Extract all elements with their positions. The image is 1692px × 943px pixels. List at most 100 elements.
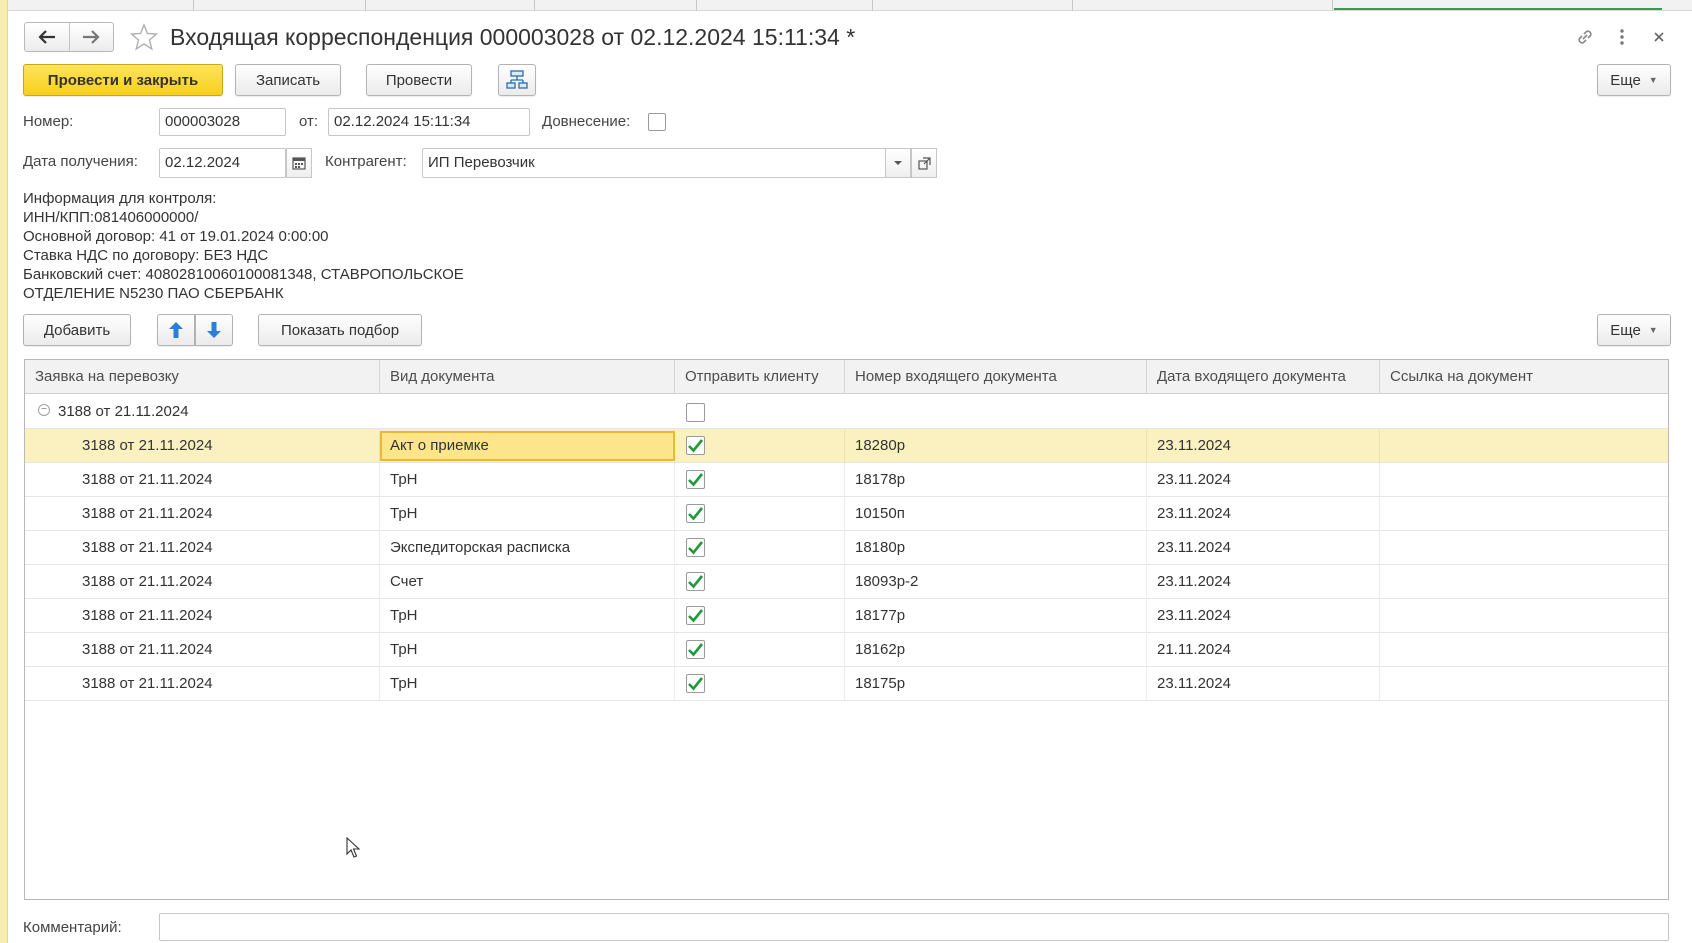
counterparty-field[interactable]: ИП Перевозчик: [422, 148, 886, 178]
send-to-client-checkbox[interactable]: [686, 606, 705, 625]
doc-type-cell[interactable]: ТрН: [380, 667, 675, 701]
move-up-button[interactable]: [157, 314, 195, 346]
table-row[interactable]: 3188 от 21.11.2024 ТрН 18162р 21.11.2024: [25, 633, 1668, 667]
document-link-cell[interactable]: [1380, 565, 1668, 599]
checkmark-icon: [688, 439, 704, 453]
structure-button[interactable]: [498, 64, 536, 96]
request-cell[interactable]: 3188 от 21.11.2024: [25, 565, 380, 599]
table-row[interactable]: 3188 от 21.11.2024 ТрН 18177р 23.11.2024: [25, 599, 1668, 633]
column-header-incoming-date[interactable]: Дата входящего документа: [1147, 360, 1380, 394]
calendar-button[interactable]: [286, 148, 312, 178]
send-to-client-checkbox[interactable]: [686, 504, 705, 523]
save-button[interactable]: Записать: [235, 64, 341, 96]
close-icon: [1654, 32, 1664, 42]
doc-type-cell[interactable]: ТрН: [380, 497, 675, 531]
control-info: Информация для контроля: ИНН/КПП:0814060…: [23, 189, 464, 303]
request-cell[interactable]: 3188 от 21.11.2024: [25, 667, 380, 701]
doc-type-cell[interactable]: ТрН: [380, 599, 675, 633]
table-group-row[interactable]: −3188 от 21.11.2024: [25, 395, 1668, 429]
move-down-button[interactable]: [195, 314, 233, 346]
send-to-client-checkbox[interactable]: [686, 674, 705, 693]
number-label: Номер:: [23, 113, 74, 130]
incoming-number-cell[interactable]: 18093р-2: [845, 565, 1147, 599]
request-cell[interactable]: 3188 от 21.11.2024: [25, 463, 380, 497]
table-more-button[interactable]: Еще ▼: [1597, 314, 1671, 346]
document-link-cell[interactable]: [1380, 531, 1668, 565]
incoming-date-cell[interactable]: 23.11.2024: [1147, 565, 1380, 599]
from-label: от:: [299, 113, 319, 130]
table-row[interactable]: 3188 от 21.11.2024 ТрН 18178р 23.11.2024: [25, 463, 1668, 497]
incoming-date-cell[interactable]: 21.11.2024: [1147, 633, 1380, 667]
incoming-date-cell[interactable]: 23.11.2024: [1147, 463, 1380, 497]
incoming-number-cell[interactable]: 18180р: [845, 531, 1147, 565]
incoming-date-cell[interactable]: 23.11.2024: [1147, 667, 1380, 701]
incoming-number-cell[interactable]: 18177р: [845, 599, 1147, 633]
document-link-cell[interactable]: [1380, 633, 1668, 667]
late-delivery-checkbox[interactable]: [648, 113, 666, 131]
send-to-client-checkbox[interactable]: [686, 640, 705, 659]
send-to-client-checkbox[interactable]: [686, 436, 705, 455]
table-row[interactable]: 3188 от 21.11.2024 Акт о приемке 18280р 23.…: [25, 429, 1668, 463]
close-button[interactable]: [1646, 24, 1672, 50]
counterparty-dropdown-button[interactable]: [885, 148, 911, 178]
incoming-date-cell[interactable]: 23.11.2024: [1147, 531, 1380, 565]
table-more-label: Еще: [1610, 321, 1641, 339]
show-selection-button[interactable]: Показать подбор: [258, 314, 422, 346]
forward-button[interactable]: [68, 23, 114, 51]
request-cell[interactable]: 3188 от 21.11.2024: [25, 633, 380, 667]
request-cell[interactable]: 3188 от 21.11.2024: [25, 429, 380, 463]
request-cell[interactable]: 3188 от 21.11.2024: [25, 531, 380, 565]
table-row[interactable]: 3188 от 21.11.2024 Экспедиторская расписк…: [25, 531, 1668, 565]
more-actions-button[interactable]: Еще ▼: [1597, 64, 1671, 96]
document-link-cell[interactable]: [1380, 497, 1668, 531]
doc-type-cell[interactable]: Счет: [380, 565, 675, 599]
document-link-cell[interactable]: [1380, 667, 1668, 701]
counterparty-open-button[interactable]: [911, 148, 937, 178]
table-row[interactable]: 3188 от 21.11.2024 Счет 18093р-2 23.11.2024: [25, 565, 1668, 599]
group-send-checkbox[interactable]: [686, 403, 705, 422]
favorite-button[interactable]: [129, 22, 159, 52]
doc-type-cell[interactable]: ТрН: [380, 463, 675, 497]
doc-type-cell[interactable]: Экспедиторская расписка: [380, 531, 675, 565]
incoming-date-cell[interactable]: 23.11.2024: [1147, 599, 1380, 633]
more-menu-button[interactable]: [1609, 24, 1635, 50]
link-button[interactable]: [1572, 24, 1598, 50]
control-info-line: Ставка НДС по договору: БЕЗ НДС: [23, 247, 269, 264]
doc-type-cell[interactable]: ТрН: [380, 633, 675, 667]
column-header-incoming-number[interactable]: Номер входящего документа: [845, 360, 1147, 394]
document-link-cell[interactable]: [1380, 429, 1668, 463]
from-date-field[interactable]: 02.12.2024 15:11:34: [328, 108, 530, 136]
incoming-date-cell[interactable]: 23.11.2024: [1147, 497, 1380, 531]
column-header-send-to-client[interactable]: Отправить клиенту: [675, 360, 845, 394]
document-link-cell[interactable]: [1380, 599, 1668, 633]
back-button[interactable]: [25, 23, 69, 51]
incoming-date-cell[interactable]: 23.11.2024: [1147, 429, 1380, 463]
number-field[interactable]: 000003028: [159, 108, 286, 136]
table-row[interactable]: 3188 от 21.11.2024 ТрН 10150п 23.11.2024: [25, 497, 1668, 531]
post-and-close-button[interactable]: Провести и закрыть: [23, 64, 223, 96]
receipt-date-field[interactable]: 02.12.2024: [159, 148, 286, 178]
send-to-client-checkbox[interactable]: [686, 470, 705, 489]
collapse-icon[interactable]: −: [38, 404, 50, 417]
documents-table[interactable]: Заявка на перевозку Вид документа Отправ…: [24, 359, 1669, 900]
column-header-doc-type[interactable]: Вид документа: [380, 360, 675, 394]
comment-field[interactable]: [159, 913, 1669, 941]
document-link-cell[interactable]: [1380, 463, 1668, 497]
incoming-number-cell[interactable]: 18178р: [845, 463, 1147, 497]
column-header-document-link[interactable]: Ссылка на документ: [1380, 360, 1668, 394]
doc-type-cell-active[interactable]: Акт о приемке: [380, 431, 675, 461]
incoming-number-cell[interactable]: 10150п: [845, 497, 1147, 531]
incoming-number-cell[interactable]: 18175р: [845, 667, 1147, 701]
incoming-number-cell[interactable]: 18280р: [845, 429, 1147, 463]
request-cell[interactable]: 3188 от 21.11.2024: [25, 599, 380, 633]
incoming-number-cell[interactable]: 18162р: [845, 633, 1147, 667]
column-header-request[interactable]: Заявка на перевозку: [25, 360, 380, 394]
add-row-button[interactable]: Добавить: [23, 314, 131, 346]
send-to-client-checkbox[interactable]: [686, 538, 705, 557]
mouse-pointer-icon: [346, 837, 360, 858]
table-row[interactable]: 3188 от 21.11.2024 ТрН 18175р 23.11.2024: [25, 667, 1668, 701]
post-button[interactable]: Провести: [366, 64, 472, 96]
request-cell[interactable]: 3188 от 21.11.2024: [25, 497, 380, 531]
active-tab-indicator[interactable]: [1334, 8, 1662, 10]
send-to-client-checkbox[interactable]: [686, 572, 705, 591]
